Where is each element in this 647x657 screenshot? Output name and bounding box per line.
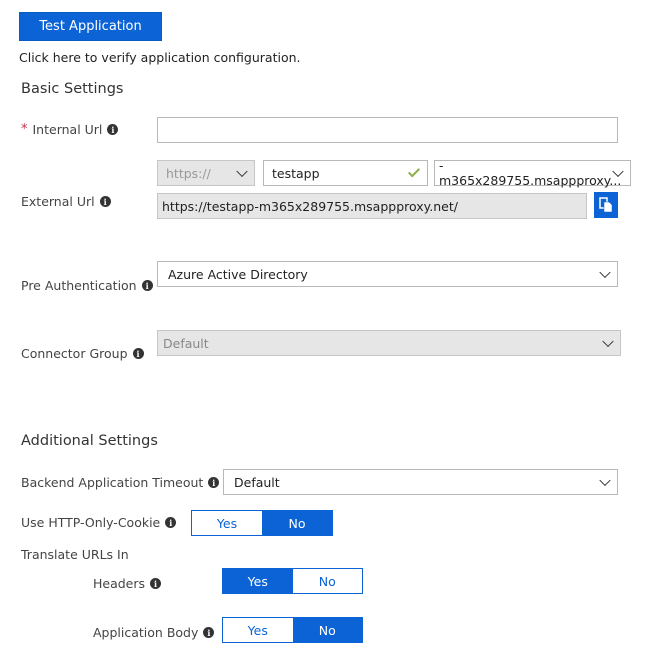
connector-group-label: Connector Group i [21, 346, 144, 361]
backend-timeout-select[interactable]: Default [223, 469, 618, 495]
copy-icon [599, 197, 613, 213]
pre-auth-value: Azure Active Directory [168, 266, 308, 282]
info-icon[interactable]: i [208, 477, 220, 488]
additional-settings-title: Additional Settings [21, 433, 158, 449]
info-icon[interactable]: i [99, 196, 111, 207]
external-url-label-text: External Url [21, 194, 95, 209]
external-url-label: External Url i [21, 194, 111, 209]
application-body-no[interactable]: No [292, 618, 362, 642]
application-body-label: Application Body i [93, 625, 215, 640]
connector-group-value: Default [163, 335, 209, 351]
backend-timeout-label-text: Backend Application Timeout [21, 475, 204, 490]
scheme-value: https:// [166, 165, 211, 181]
pre-auth-select[interactable]: Azure Active Directory [157, 261, 618, 287]
scheme-select[interactable]: https:// [157, 160, 255, 186]
info-icon[interactable]: i [132, 348, 144, 359]
http-only-cookie-label-text: Use HTTP-Only-Cookie [21, 515, 161, 530]
domain-select[interactable]: -m365x289755.msappproxy... [434, 158, 631, 188]
internal-url-input[interactable] [157, 117, 618, 143]
application-body-label-text: Application Body [93, 625, 199, 640]
headers-yes[interactable]: Yes [223, 569, 293, 593]
subdomain-value: testapp [272, 165, 320, 181]
subdomain-input[interactable]: testapp [263, 160, 428, 186]
checkmark-icon [407, 165, 421, 178]
verify-hint[interactable]: Click here to verify application configu… [19, 50, 301, 65]
info-icon[interactable]: i [141, 280, 153, 291]
backend-timeout-value: Default [234, 474, 280, 490]
domain-value: -m365x289755.msappproxy... [439, 158, 622, 188]
chevron-down-icon [602, 335, 614, 348]
application-body-toggle[interactable]: Yes No [222, 617, 363, 643]
connector-group-select[interactable]: Default [157, 330, 621, 356]
info-icon[interactable]: i [150, 578, 162, 589]
headers-label: Headers i [93, 576, 162, 591]
translate-urls-label: Translate URLs In [21, 547, 129, 562]
http-only-cookie-toggle[interactable]: Yes No [191, 510, 333, 536]
backend-timeout-label: Backend Application Timeout i [21, 475, 220, 490]
required-marker: * [21, 122, 28, 137]
http-only-cookie-yes[interactable]: Yes [192, 511, 262, 535]
copy-button[interactable] [594, 192, 618, 218]
internal-url-label: * Internal Url i [21, 122, 119, 137]
headers-toggle[interactable]: Yes No [222, 568, 363, 594]
info-icon[interactable]: i [203, 627, 215, 638]
internal-url-label-text: Internal Url [32, 122, 103, 137]
headers-label-text: Headers [93, 576, 146, 591]
basic-settings-title: Basic Settings [21, 81, 124, 97]
info-icon[interactable]: i [107, 124, 119, 135]
http-only-cookie-no[interactable]: No [262, 511, 332, 535]
headers-no[interactable]: No [292, 569, 362, 593]
test-application-button[interactable]: Test Application [19, 12, 162, 41]
http-only-cookie-label: Use HTTP-Only-Cookie i [21, 515, 177, 530]
pre-auth-label-text: Pre Authentication [21, 278, 137, 293]
pre-auth-label: Pre Authentication i [21, 278, 153, 293]
connector-group-label-text: Connector Group [21, 346, 128, 361]
chevron-down-icon [236, 165, 248, 178]
application-body-yes[interactable]: Yes [223, 618, 293, 642]
info-icon[interactable]: i [165, 517, 177, 528]
chevron-down-icon [599, 266, 611, 279]
external-url-readonly: https://testapp-m365x289755.msappproxy.n… [157, 193, 587, 219]
chevron-down-icon [599, 474, 611, 487]
